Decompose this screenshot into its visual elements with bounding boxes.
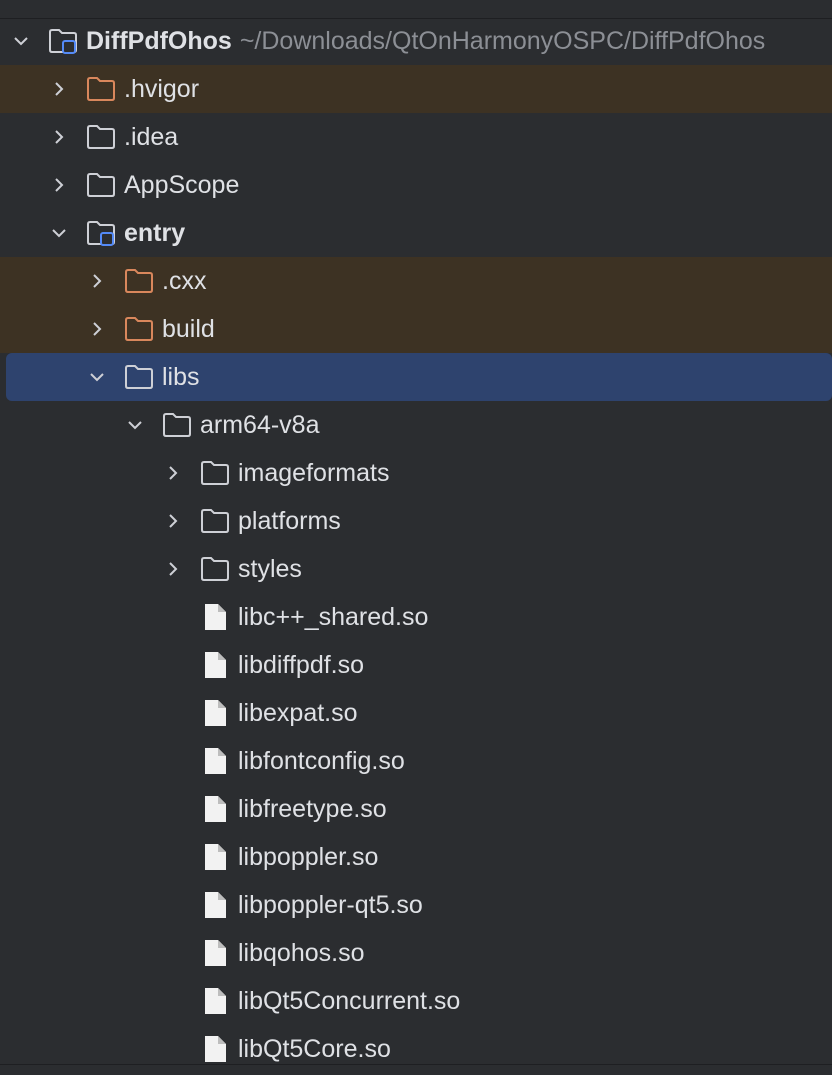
tree-label-file: libpoppler-qt5.so — [238, 891, 423, 919]
excluded-folder-icon — [125, 269, 153, 293]
tree-label-idea: .idea — [124, 123, 179, 151]
tree-label-entry: entry — [124, 219, 186, 247]
folder-icon — [87, 173, 115, 197]
tree-row-hvigor[interactable]: .hvigor — [0, 65, 832, 113]
tree-label-file: libfontconfig.so — [238, 747, 405, 775]
tree-label-imageformats: imageformats — [238, 459, 390, 487]
tree-label-arm64-v8a: arm64-v8a — [200, 411, 320, 439]
chevron-right-icon[interactable] — [88, 272, 106, 290]
tree-row-cxx[interactable]: .cxx — [0, 257, 832, 305]
bottom-divider — [0, 1064, 832, 1075]
tree-label-cxx: .cxx — [162, 267, 207, 295]
tree-row-file[interactable]: libQt5Concurrent.so — [0, 977, 832, 1025]
chevron-right-icon[interactable] — [50, 80, 68, 98]
folder-icon — [201, 557, 229, 581]
tree-row-file[interactable]: libpoppler.so — [0, 833, 832, 881]
tree-row-file[interactable]: libfreetype.so — [0, 785, 832, 833]
file-icon — [205, 748, 226, 774]
file-icon — [205, 892, 226, 918]
chevron-down-icon[interactable] — [88, 368, 106, 386]
tree-label-appscope: AppScope — [124, 171, 240, 199]
tree-row-idea[interactable]: .idea — [0, 113, 832, 161]
folder-icon — [125, 365, 153, 389]
excluded-folder-icon — [87, 77, 115, 101]
chevron-right-icon[interactable] — [88, 320, 106, 338]
tree-label-libs: libs — [162, 363, 200, 391]
tree-row-file[interactable]: libqohos.so — [0, 929, 832, 977]
tree-row-platforms[interactable]: platforms — [0, 497, 832, 545]
tree-row-file[interactable]: libQt5Core.so — [0, 1025, 832, 1064]
tree-row-arm64-v8a[interactable]: arm64-v8a — [0, 401, 832, 449]
file-icon — [205, 940, 226, 966]
file-icon — [205, 844, 226, 870]
chevron-right-icon[interactable] — [164, 560, 182, 578]
tree-label-file: libqohos.so — [238, 939, 365, 967]
project-name: DiffPdfOhos — [86, 27, 232, 55]
file-icon — [205, 988, 226, 1014]
folder-icon — [163, 413, 191, 437]
folder-icon — [201, 461, 229, 485]
tree-row-imageformats[interactable]: imageformats — [0, 449, 832, 497]
tree-row-root[interactable]: DiffPdfOhos ~/Downloads/QtOnHarmonyOSPC/D… — [0, 17, 832, 65]
tree-label-build: build — [162, 315, 215, 343]
file-icon — [205, 652, 226, 678]
tree-row-entry[interactable]: entry — [0, 209, 832, 257]
tree-label-styles: styles — [238, 555, 302, 583]
tree-label-root: DiffPdfOhos ~/Downloads/QtOnHarmonyOSPC/D… — [86, 27, 765, 55]
tree-label-platforms: platforms — [238, 507, 341, 535]
chevron-down-icon[interactable] — [12, 32, 30, 50]
folder-icon — [201, 509, 229, 533]
file-icon — [205, 604, 226, 630]
tree-label-hvigor: .hvigor — [124, 75, 200, 103]
chevron-right-icon[interactable] — [164, 464, 182, 482]
tree-label-file: libQt5Core.so — [238, 1035, 391, 1063]
tree-row-file[interactable]: libfontconfig.so — [0, 737, 832, 785]
chevron-right-icon[interactable] — [164, 512, 182, 530]
tree-label-file: libQt5Concurrent.so — [238, 987, 461, 1015]
tree-label-file: libfreetype.so — [238, 795, 387, 823]
folder-icon — [87, 125, 115, 149]
chevron-right-icon[interactable] — [50, 176, 68, 194]
tree-row-file[interactable]: libc++_shared.so — [0, 593, 832, 641]
chevron-right-icon[interactable] — [50, 128, 68, 146]
tree-row-libs[interactable]: libs — [6, 353, 832, 401]
tree-label-file: libdiffpdf.so — [238, 651, 365, 679]
chevron-down-icon[interactable] — [50, 224, 68, 242]
tree-label-file: libpoppler.so — [238, 843, 379, 871]
tree-row-appscope[interactable]: AppScope — [0, 161, 832, 209]
module-folder-icon — [49, 29, 77, 54]
project-path: ~/Downloads/QtOnHarmonyOSPC/DiffPdfOhos — [239, 27, 766, 55]
chevron-down-icon[interactable] — [126, 416, 144, 434]
tree-row-file[interactable]: libexpat.so — [0, 689, 832, 737]
file-icon — [205, 1036, 226, 1062]
file-icon — [205, 700, 226, 726]
tree-row-styles[interactable]: styles — [0, 545, 832, 593]
file-icon — [205, 796, 226, 822]
tree-label-file: libc++_shared.so — [238, 603, 429, 631]
tree-row-file[interactable]: libdiffpdf.so — [0, 641, 832, 689]
tree-row-build[interactable]: build — [0, 305, 832, 353]
module-folder-icon — [87, 221, 115, 246]
tree-label-file: libexpat.so — [238, 699, 358, 727]
excluded-folder-icon — [125, 317, 153, 341]
tree-row-file[interactable]: libpoppler-qt5.so — [0, 881, 832, 929]
